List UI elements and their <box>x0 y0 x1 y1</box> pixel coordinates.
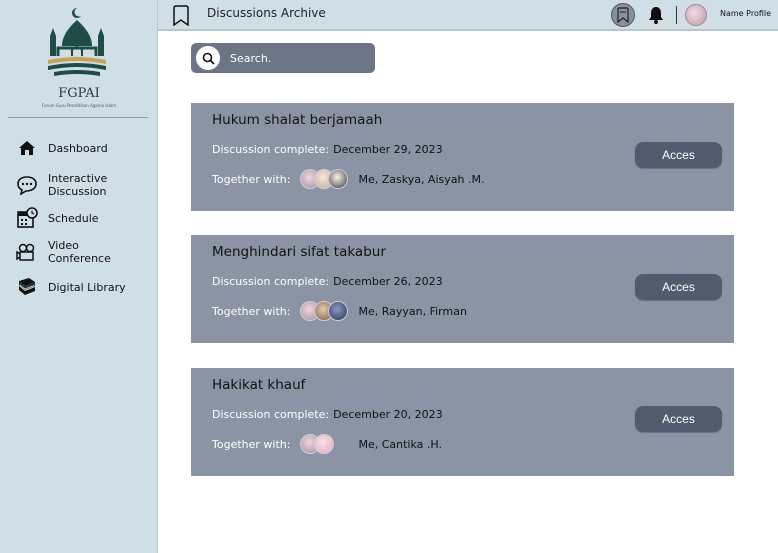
participants-row: Together with: Me, Cantika .H. <box>212 434 442 454</box>
discussion-card: Hakikat khauf Discussion complete: Decem… <box>191 368 734 476</box>
sidebar-item-label: Video Conference <box>48 239 111 265</box>
profile-name[interactable]: Name Profile <box>720 9 771 18</box>
page-title: Discussions Archive <box>207 6 326 20</box>
sidebar-item-label: Schedule <box>48 211 99 225</box>
top-bar-divider <box>676 6 677 24</box>
bookmark-icon <box>173 5 189 26</box>
sidebar-item-label: Interactive Discussion <box>48 172 108 198</box>
sidebar-divider <box>8 117 148 118</box>
completion-label: Discussion complete: <box>212 143 330 156</box>
calendar-clock-icon <box>14 205 40 231</box>
search-icon[interactable] <box>196 46 220 70</box>
participant-names: Me, Rayyan, Firman <box>358 304 467 318</box>
mosque-logo-icon <box>48 8 106 76</box>
sidebar-item-interactive-discussion[interactable]: Interactive Discussion <box>14 172 149 198</box>
participant-avatars <box>300 434 335 454</box>
access-button[interactable]: Acces <box>635 274 722 300</box>
archive-bookmark-icon[interactable] <box>611 3 635 27</box>
completion-label: Discussion complete: <box>212 275 330 288</box>
bell-icon[interactable] <box>648 6 664 24</box>
search-input[interactable] <box>230 51 360 65</box>
brand-tagline: Forum Guru Pendidikan Agama Islam <box>41 103 117 108</box>
completion-row: Discussion complete: December 20, 2023 <box>212 408 443 421</box>
participants-row: Together with: Me, Rayyan, Firman <box>212 301 467 321</box>
books-icon <box>14 274 40 300</box>
participant-names: Me, Cantika .H. <box>358 437 442 451</box>
discussion-title: Menghindari sifat takabur <box>212 244 386 260</box>
avatar <box>328 301 349 321</box>
search-bar[interactable] <box>191 43 375 73</box>
together-label: Together with: <box>212 304 291 318</box>
discussion-title: Hakikat khauf <box>212 377 306 393</box>
sidebar-item-label: Digital Library <box>48 280 126 294</box>
discussion-card: Hukum shalat berjamaah Discussion comple… <box>191 103 734 211</box>
completion-date: December 26, 2023 <box>333 275 443 288</box>
participant-names: Me, Zaskya, Aisyah .M. <box>358 172 485 186</box>
access-button[interactable]: Acces <box>635 406 722 432</box>
completion-date: December 20, 2023 <box>333 408 443 421</box>
sidebar: FGPAI Forum Guru Pendidikan Agama Islam … <box>0 0 158 553</box>
avatar[interactable] <box>685 4 707 26</box>
access-button[interactable]: Acces <box>635 142 722 168</box>
video-camera-icon <box>14 239 40 265</box>
completion-date: December 29, 2023 <box>333 143 443 156</box>
sidebar-item-schedule[interactable]: Schedule <box>14 205 149 231</box>
sidebar-item-dashboard[interactable]: Dashboard <box>14 135 149 161</box>
completion-label: Discussion complete: <box>212 408 330 421</box>
chat-icon <box>14 172 40 198</box>
discussion-title: Hukum shalat berjamaah <box>212 112 383 128</box>
avatar <box>328 169 349 189</box>
sidebar-item-label: Dashboard <box>48 141 108 155</box>
home-icon <box>14 135 40 161</box>
discussion-card: Menghindari sifat takabur Discussion com… <box>191 235 734 343</box>
participant-avatars <box>300 301 349 321</box>
participants-row: Together with: Me, Zaskya, Aisyah .M. <box>212 169 484 189</box>
sidebar-item-digital-library[interactable]: Digital Library <box>14 274 149 300</box>
sidebar-item-video-conference[interactable]: Video Conference <box>14 239 149 265</box>
together-label: Together with: <box>212 437 291 451</box>
participant-avatars <box>300 169 349 189</box>
avatar <box>314 434 335 454</box>
completion-row: Discussion complete: December 29, 2023 <box>212 143 443 156</box>
brand-name: FGPAI <box>58 86 100 101</box>
completion-row: Discussion complete: December 26, 2023 <box>212 275 443 288</box>
together-label: Together with: <box>212 172 291 186</box>
